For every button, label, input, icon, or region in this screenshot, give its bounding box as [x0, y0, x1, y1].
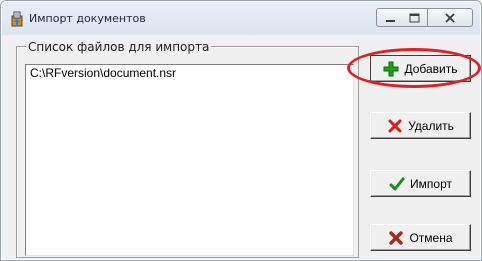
add-button-label: Добавить	[404, 61, 458, 76]
import-button-label: Импорт	[410, 176, 452, 191]
cancel-button[interactable]: Отмена	[370, 224, 471, 251]
files-group-label: Список файлов для импорта	[26, 40, 212, 54]
delete-x-icon	[387, 118, 403, 134]
cancel-x-icon	[388, 230, 404, 246]
close-icon	[445, 13, 455, 23]
close-button[interactable]	[428, 8, 473, 27]
minimize-icon	[386, 20, 395, 22]
maximize-button[interactable]	[402, 8, 428, 27]
add-button[interactable]: Добавить	[370, 55, 471, 82]
import-button[interactable]: Импорт	[370, 170, 471, 197]
title-bar[interactable]: Импорт документов	[2, 2, 480, 35]
files-listbox[interactable]: C:\RFversion\document.nsr	[25, 64, 354, 256]
delete-button-label: Удалить	[408, 118, 454, 133]
minimize-button[interactable]	[376, 8, 403, 27]
dialog-client-area: Список файлов для импорта C:\RFversion\d…	[9, 35, 475, 258]
checkmark-icon	[389, 176, 405, 192]
import-dialog: Импорт документов Список файлов для импо…	[0, 0, 482, 261]
list-item[interactable]: C:\RFversion\document.nsr	[30, 66, 176, 80]
import-docs-icon	[9, 11, 25, 27]
cancel-button-label: Отмена	[409, 230, 453, 245]
maximize-icon	[409, 13, 420, 23]
delete-button[interactable]: Удалить	[370, 112, 471, 139]
plus-icon	[383, 61, 399, 77]
window-title: Импорт документов	[29, 12, 146, 25]
